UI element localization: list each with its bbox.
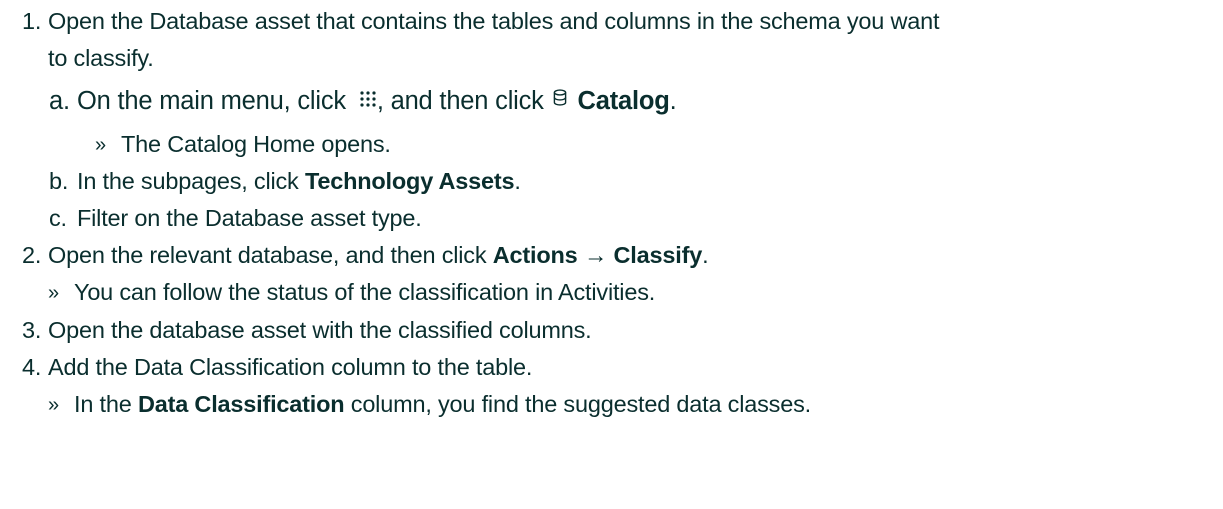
substep-letter: a.	[49, 87, 70, 115]
step-1: 1. Open the Database asset that contains …	[22, 6, 940, 36]
result-marker: »	[95, 134, 106, 156]
actions-menu: Actions	[492, 242, 578, 268]
step-4-result: » In the Data Classification column, you …	[48, 389, 811, 421]
substep-c-text: Filter on the Database asset type.	[77, 205, 422, 231]
step-number: 4.	[22, 354, 42, 380]
step-4-result-text: In the	[74, 391, 132, 417]
step-1-text-continued: to classify.	[48, 45, 154, 71]
catalog-link: Catalog	[577, 87, 670, 115]
step-4-result-text-2: column, you find the suggested data clas…	[350, 391, 811, 417]
step-3-text: Open the database asset with the classif…	[48, 317, 592, 343]
procedure-document: 1. Open the Database asset that contains …	[0, 0, 1223, 509]
step-4-text: Add the Data Classification column to th…	[48, 354, 533, 380]
step-2: 2. Open the relevant database, and then c…	[22, 240, 709, 270]
classify-action: Classify	[613, 242, 703, 268]
substep-c: c. Filter on the Database asset type.	[49, 203, 422, 233]
substep-letter: c.	[49, 205, 67, 231]
substep-a-text: On the main menu, click	[77, 87, 346, 115]
step-2-result-text: You can follow the status of the classif…	[74, 279, 656, 305]
apps-grid-icon	[359, 84, 377, 114]
step-2-text: Open the relevant database, and then cli…	[48, 242, 487, 268]
step-number: 1.	[22, 8, 42, 34]
step-4: 4. Add the Data Classification column to …	[22, 352, 532, 382]
arrow-icon: →	[583, 242, 608, 268]
result-marker: »	[48, 282, 59, 304]
step-number: 3.	[22, 317, 42, 343]
substep-a-result-text: The Catalog Home opens.	[121, 131, 391, 157]
step-2-result: » You can follow the status of the classi…	[48, 277, 655, 309]
period: .	[702, 242, 709, 268]
step-1-text: Open the Database asset that contains th…	[48, 8, 940, 34]
technology-assets-link: Technology Assets	[304, 168, 515, 194]
substep-a-result: » The Catalog Home opens.	[95, 129, 391, 161]
substep-b-text: In the subpages, click	[77, 168, 299, 194]
data-classification-column: Data Classification	[137, 391, 345, 417]
substep-a: a. On the main menu, click , and then cli…	[49, 86, 677, 117]
period: .	[514, 168, 521, 194]
step-1-continuation: to classify.	[48, 43, 154, 73]
substep-letter: b.	[49, 168, 69, 194]
result-marker: »	[48, 394, 59, 416]
step-number: 2.	[22, 242, 42, 268]
period: .	[669, 87, 677, 115]
database-icon	[553, 83, 567, 113]
step-3: 3. Open the database asset with the class…	[22, 315, 592, 345]
substep-b: b. In the subpages, click Technology Asse…	[49, 166, 521, 196]
substep-a-text-2: , and then click	[376, 87, 544, 115]
